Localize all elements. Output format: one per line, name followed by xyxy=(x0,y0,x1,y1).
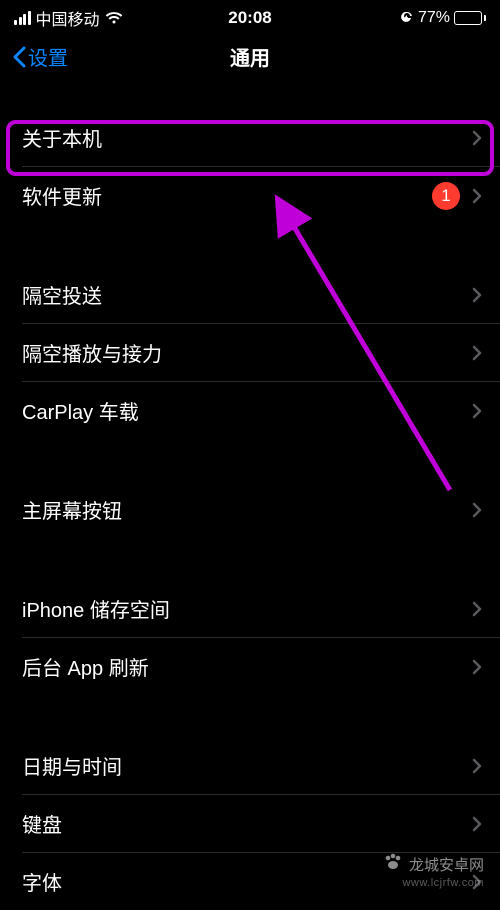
row-label: 隔空投送 xyxy=(22,280,472,309)
row-background-refresh[interactable]: 后台 App 刷新 xyxy=(0,638,500,695)
back-button[interactable]: 设置 xyxy=(12,42,68,71)
orientation-lock-icon xyxy=(400,11,414,25)
chevron-right-icon xyxy=(472,287,482,303)
row-label: 隔空播放与接力 xyxy=(22,338,472,367)
row-label: 主屏幕按钮 xyxy=(22,495,472,524)
watermark-url: www.lcjrfw.com xyxy=(402,877,484,889)
page-title: 通用 xyxy=(230,42,270,71)
back-label: 设置 xyxy=(28,42,68,71)
notification-badge: 1 xyxy=(432,182,460,210)
row-about[interactable]: 关于本机 xyxy=(0,109,500,166)
row-label: CarPlay 车载 xyxy=(22,396,472,425)
paw-icon xyxy=(383,853,403,875)
watermark-text: 龙城安卓网 xyxy=(409,854,484,875)
clock: 20:08 xyxy=(228,8,271,28)
chevron-right-icon xyxy=(472,601,482,617)
battery-percent: 77% xyxy=(418,9,450,27)
status-left: 中国移动 xyxy=(14,6,123,30)
chevron-right-icon xyxy=(472,345,482,361)
row-airplay-handoff[interactable]: 隔空播放与接力 xyxy=(0,324,500,381)
chevron-right-icon xyxy=(472,758,482,774)
carrier-label: 中国移动 xyxy=(36,6,100,30)
row-carplay[interactable]: CarPlay 车载 xyxy=(0,382,500,439)
status-right: 77% xyxy=(400,9,486,27)
row-label: 软件更新 xyxy=(22,181,432,210)
status-bar: 中国移动 20:08 77% xyxy=(0,0,500,32)
content: 关于本机 软件更新 1 隔空投送 隔空播放与接力 CarPlay 车载 xyxy=(0,85,500,910)
settings-group: iPhone 储存空间 后台 App 刷新 xyxy=(0,580,500,695)
nav-bar: 设置 通用 xyxy=(0,32,500,85)
chevron-right-icon xyxy=(472,502,482,518)
row-airdrop[interactable]: 隔空投送 xyxy=(0,266,500,323)
chevron-right-icon xyxy=(472,403,482,419)
chevron-left-icon xyxy=(12,46,26,68)
settings-group: 主屏幕按钮 xyxy=(0,481,500,538)
chevron-right-icon xyxy=(472,659,482,675)
row-label: iPhone 储存空间 xyxy=(22,594,472,623)
chevron-right-icon xyxy=(472,816,482,832)
row-label: 关于本机 xyxy=(22,123,472,152)
settings-group: 关于本机 软件更新 1 xyxy=(0,109,500,224)
row-date-time[interactable]: 日期与时间 xyxy=(0,737,500,794)
settings-group: 隔空投送 隔空播放与接力 CarPlay 车载 xyxy=(0,266,500,439)
row-software-update[interactable]: 软件更新 1 xyxy=(0,167,500,224)
row-label: 日期与时间 xyxy=(22,751,472,780)
chevron-right-icon xyxy=(472,130,482,146)
wifi-icon xyxy=(105,11,123,25)
row-storage[interactable]: iPhone 储存空间 xyxy=(0,580,500,637)
chevron-right-icon xyxy=(472,188,482,204)
row-keyboard[interactable]: 键盘 xyxy=(0,795,500,852)
row-home-button[interactable]: 主屏幕按钮 xyxy=(0,481,500,538)
watermark: 龙城安卓网 xyxy=(383,853,484,875)
row-label: 后台 App 刷新 xyxy=(22,652,472,681)
row-label: 键盘 xyxy=(22,809,472,838)
battery-icon xyxy=(454,11,486,25)
signal-icon xyxy=(14,11,31,25)
